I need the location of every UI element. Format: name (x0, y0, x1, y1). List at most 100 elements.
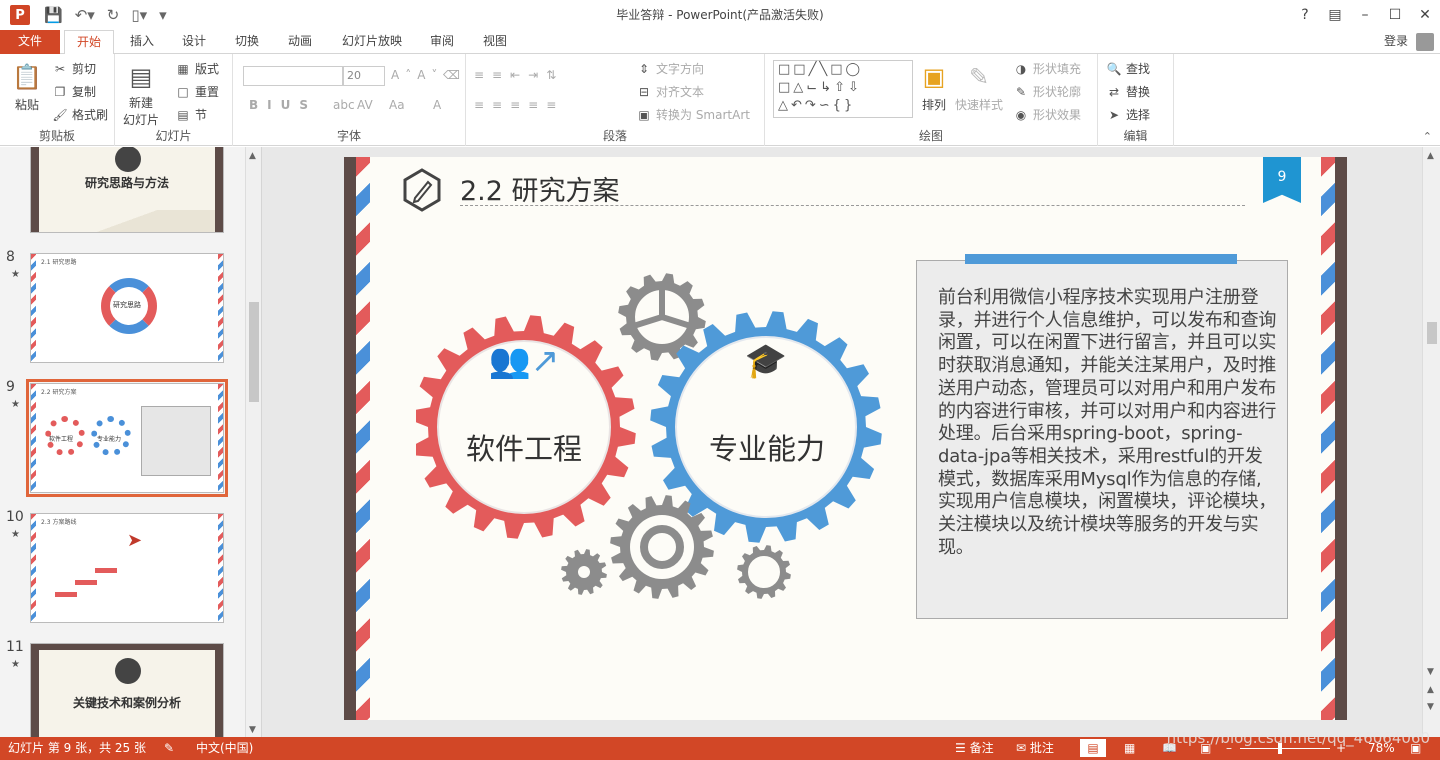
sign-in-link[interactable]: 登录 (1384, 30, 1408, 54)
replace-icon: ⇄ (1108, 84, 1120, 99)
paste-button[interactable]: 📋 粘贴 (10, 60, 44, 113)
current-slide[interactable]: 2.2 研究方案 9 👥↗ 🎓 软件工程 专业能力 前台利用微信小程序技术实现用户… (344, 157, 1347, 720)
gear-left-label[interactable]: 软件工程 (466, 426, 582, 468)
slide-thumbnail-7[interactable]: 研究思路与方法 (30, 147, 224, 233)
layout-button[interactable]: ▦ 版式 (175, 60, 219, 77)
start-slideshow-icon[interactable]: ▯▾ (131, 5, 147, 25)
shapes-gallery[interactable]: □□╱╲□◯ □△⌙↳⇧⇩ △↶↷∽{} (773, 60, 913, 118)
slide-title[interactable]: 2.2 研究方案 (460, 169, 620, 208)
font-size-combo[interactable]: 20 (343, 66, 385, 86)
section-button[interactable]: ▤ 节 (175, 106, 207, 123)
scroll-down-icon[interactable]: ▼ (249, 725, 256, 735)
format-painter-label: 格式刷 (72, 108, 109, 122)
smartart-button[interactable]: ▣ 转换为 SmartArt (636, 106, 750, 123)
font-color-icon[interactable]: A (433, 98, 441, 112)
shape-fill-button[interactable]: ◑ 形状填充 (1013, 60, 1081, 77)
comments-label: 批注 (1029, 741, 1054, 755)
language-status[interactable]: 中文(中国) (196, 737, 253, 760)
effects-icon: ◉ (1015, 107, 1027, 122)
change-case-icon[interactable]: Aa (389, 98, 405, 112)
font-size-adjust-buttons[interactable]: A˄A˅ (391, 68, 443, 82)
close-icon[interactable]: ✕ (1410, 7, 1440, 23)
tab-insert[interactable]: 插入 (122, 30, 162, 54)
gear-right-label[interactable]: 专业能力 (707, 426, 827, 468)
replace-label: 替换 (1126, 85, 1151, 99)
shape-outline-button[interactable]: ✎ 形状轮廓 (1013, 83, 1081, 100)
tab-animations[interactable]: 动画 (280, 30, 320, 54)
slide-number-8: 8 (6, 249, 15, 265)
text-direction-button[interactable]: ⇕ 文字方向 (636, 60, 704, 77)
slide-thumbnail-10[interactable]: 2.3 方案路线 ➤ (30, 513, 224, 623)
minimize-icon[interactable]: – (1350, 7, 1380, 23)
redo-icon[interactable]: ↻ (107, 5, 120, 25)
comments-button[interactable]: ✉ 批注 (1016, 737, 1054, 760)
slide-paper: 2.2 研究方案 9 👥↗ 🎓 软件工程 专业能力 前台利用微信小程序技术实现用户… (356, 157, 1335, 720)
undo-icon[interactable]: ↶▾ (75, 5, 95, 25)
description-textbox[interactable]: 前台利用微信小程序技术实现用户注册登录，并进行个人信息维护，可以发布和查询闲置，… (916, 254, 1288, 619)
slides-group-label: 幻灯片 (155, 129, 192, 143)
animation-star-icon: ★ (11, 269, 20, 280)
replace-button[interactable]: ⇄ 替换 (1106, 83, 1150, 100)
tab-transitions[interactable]: 切换 (227, 30, 267, 54)
tab-design[interactable]: 设计 (174, 30, 214, 54)
reset-button[interactable]: □ 重置 (175, 83, 219, 100)
scroll-thumb[interactable] (1427, 322, 1437, 344)
thumbnail-scrollbar[interactable]: ▲ ▼ (245, 147, 261, 737)
scroll-up-icon[interactable]: ▲ (1427, 151, 1434, 161)
char-spacing-icon[interactable]: AV (357, 98, 373, 112)
slide-thumbnail-9[interactable]: 2.2 研究方案 软件工程 专业能力 (26, 379, 228, 497)
zoom-slider[interactable] (1240, 748, 1330, 749)
arrange-label: 排列 (921, 98, 946, 112)
maximize-icon[interactable]: ☐ (1380, 7, 1410, 23)
list-buttons[interactable]: ≡≡⇤⇥⇅ (474, 68, 564, 82)
cursor-icon: ➤ (1108, 107, 1120, 122)
select-button[interactable]: ➤ 选择 (1106, 106, 1150, 123)
quick-styles-button[interactable]: ✎ 快速样式 (955, 60, 1003, 113)
shape-fill-label: 形状填充 (1033, 62, 1082, 76)
spell-check-icon[interactable]: ✎ (164, 737, 174, 760)
scroll-down-icon[interactable]: ▼ (1427, 667, 1434, 677)
normal-view-icon[interactable]: ▤ (1080, 739, 1106, 757)
notes-button[interactable]: ☰ 备注 (955, 737, 994, 760)
thumb-stripe (218, 514, 223, 622)
new-slide-button[interactable]: ▤ 新建 幻灯片 (123, 60, 159, 128)
gears-diagram: 👥↗ 🎓 软件工程 专业能力 (412, 262, 906, 605)
clear-formatting-icon[interactable]: ⌫ (443, 68, 460, 82)
align-text-button[interactable]: ⊟ 对齐文本 (636, 83, 704, 100)
strikethrough-icon[interactable]: abc (333, 98, 355, 112)
alignment-buttons[interactable]: ≡≡≡≡≡ (474, 98, 564, 112)
next-slide-icon[interactable]: ▼ (1427, 702, 1434, 712)
format-painter-button[interactable]: 🖌 格式刷 (52, 106, 108, 123)
quick-styles-label: 快速样式 (955, 98, 1004, 112)
badge-icon (115, 147, 141, 172)
cut-button[interactable]: ✂ 剪切 (52, 60, 96, 77)
text-direction-icon: ⇕ (638, 61, 650, 76)
scroll-thumb[interactable] (249, 302, 259, 402)
font-style-buttons[interactable]: BIUS (249, 98, 317, 112)
group-paragraph: ≡≡⇤⇥⇅ ⇕ 文字方向 ⊟ 对齐文本 ▣ 转换为 SmartArt ≡≡≡≡≡ 段落 (466, 54, 765, 146)
help-button[interactable]: ? (1290, 7, 1320, 23)
scroll-up-icon[interactable]: ▲ (249, 151, 256, 161)
slide-sorter-icon[interactable]: ▦ (1124, 737, 1135, 760)
ribbon-display-options-icon[interactable]: ▤ (1320, 7, 1350, 23)
collapse-ribbon-icon[interactable]: ⌃ (1423, 130, 1432, 143)
slide-scrollbar[interactable]: ▲ ▼ ▲ ▼ (1422, 147, 1440, 737)
copy-button[interactable]: ❐ 复制 (52, 83, 96, 100)
tab-file[interactable]: 文件 (0, 30, 60, 54)
new-slide-label-1: 新建 (129, 96, 154, 110)
previous-slide-icon[interactable]: ▲ (1427, 685, 1434, 695)
save-icon[interactable]: 💾 (44, 5, 63, 25)
customize-qat-icon[interactable]: ▾ (159, 5, 167, 25)
find-button[interactable]: 🔍 查找 (1106, 60, 1151, 77)
tab-slideshow[interactable]: 幻灯片放映 (334, 30, 410, 54)
description-text[interactable]: 前台利用微信小程序技术实现用户注册登录，并进行个人信息维护，可以发布和查询闲置，… (938, 287, 1278, 559)
arrange-button[interactable]: ▣ 排列 (917, 60, 951, 113)
slide-thumbnail-11[interactable]: 关键技术和案例分析 (30, 643, 224, 737)
account-avatar[interactable] (1416, 33, 1434, 51)
shape-effects-button[interactable]: ◉ 形状效果 (1013, 106, 1081, 123)
tab-review[interactable]: 审阅 (422, 30, 462, 54)
tab-view[interactable]: 视图 (475, 30, 515, 54)
slide-thumbnail-8[interactable]: 2.1 研究思路 研究思路 (30, 253, 224, 363)
tab-home[interactable]: 开始 (64, 30, 114, 55)
font-name-combo[interactable] (243, 66, 343, 86)
